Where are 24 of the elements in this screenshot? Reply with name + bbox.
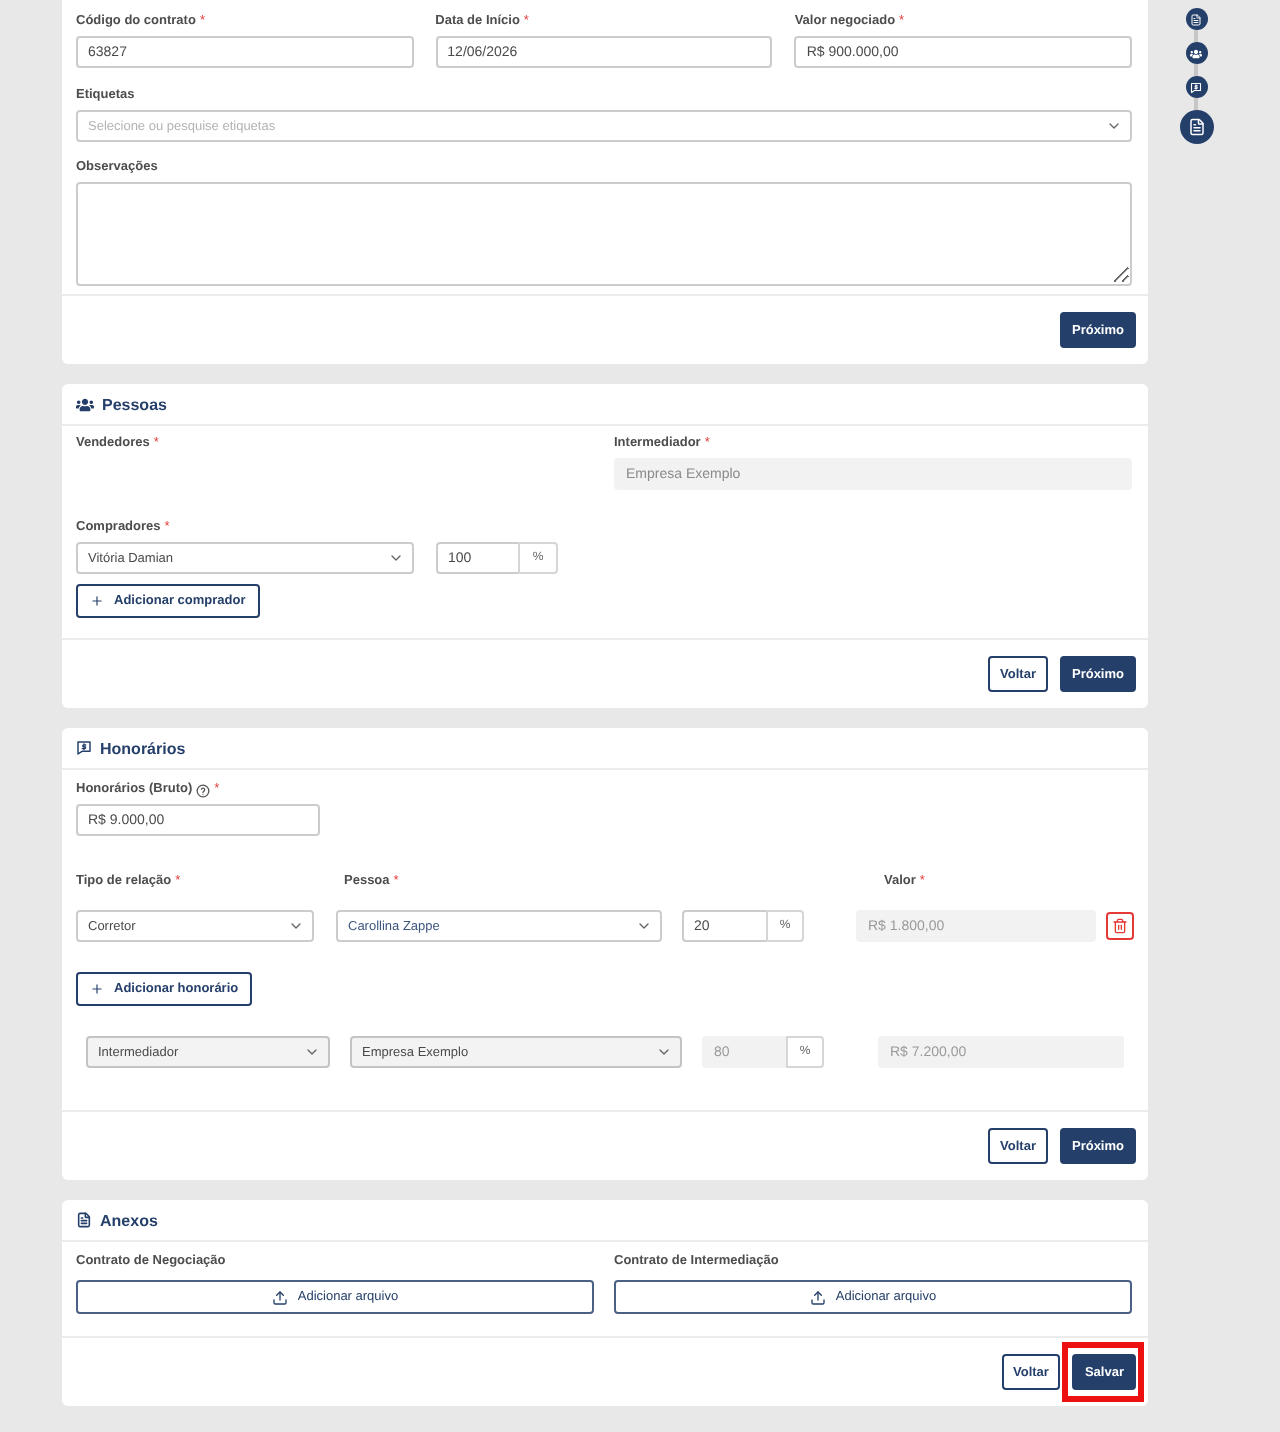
document-step-icon[interactable] — [1185, 8, 1207, 30]
chevron-down-icon — [1106, 118, 1122, 134]
chevron-down-icon — [288, 918, 304, 934]
chevron-down-icon — [636, 918, 652, 934]
chat-icon — [76, 740, 92, 756]
plus-icon — [90, 982, 104, 996]
upload-icon — [271, 1289, 288, 1305]
plus-icon — [90, 594, 104, 608]
chevron-down-icon — [304, 1044, 320, 1060]
people-step-icon[interactable] — [1185, 42, 1207, 64]
section-title: Anexos — [100, 1211, 158, 1229]
people-icon — [76, 395, 94, 413]
document-step-icon[interactable] — [1179, 110, 1213, 144]
section-title: Honorários — [100, 739, 186, 757]
chat-step-icon[interactable] — [1185, 76, 1207, 98]
trash-icon — [1112, 918, 1128, 934]
chevron-down-icon — [656, 1044, 672, 1060]
upload-icon — [809, 1289, 826, 1305]
delete-button[interactable] — [1106, 912, 1134, 940]
help-icon[interactable] — [196, 783, 211, 797]
document-icon — [76, 1212, 92, 1228]
section-title: Pessoas — [102, 395, 167, 413]
notes-field[interactable] — [76, 182, 1132, 286]
chevron-down-icon — [388, 550, 404, 566]
